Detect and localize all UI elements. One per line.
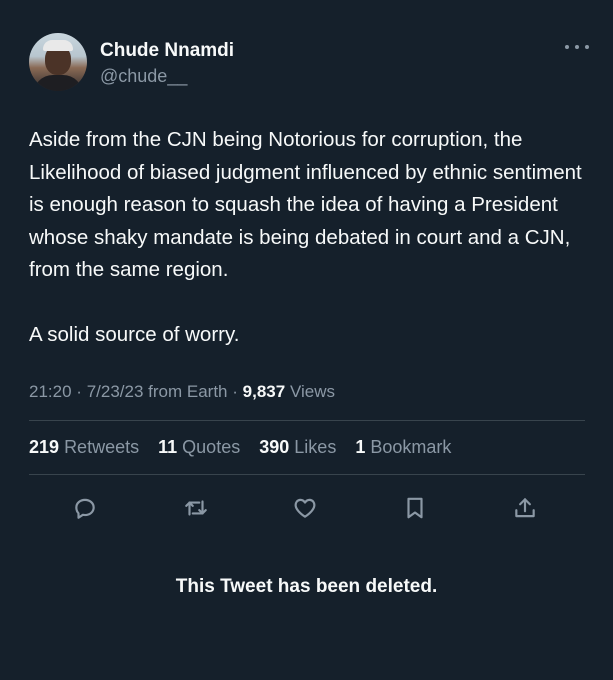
meta-separator: · [232,382,238,401]
bookmark-icon[interactable] [397,490,433,526]
meta-separator: · [76,382,82,401]
quotes-count: 11 [158,437,178,457]
views-label: Views [289,382,335,401]
divider [29,474,585,475]
retweets-label: Retweets [64,437,140,457]
likes-label: Likes [294,437,337,457]
more-options-icon[interactable] [565,39,589,55]
tweet-actions [29,490,585,526]
share-icon[interactable] [507,490,543,526]
divider [29,420,585,421]
tweet-time[interactable]: 21:20 [29,382,72,401]
reply-icon[interactable] [67,490,103,526]
tweet-header: Chude Nnamdi @chude__ [29,33,589,93]
tweet-stats: 219 Retweets 11 Quotes 390 Likes 1 Bookm… [29,437,465,458]
avatar-cap [43,40,73,51]
likes-stat[interactable]: 390 Likes [259,437,336,457]
tweet-paragraph: A solid source of worry. [29,322,240,346]
retweets-count: 219 [29,437,60,457]
more-dot [585,45,589,49]
views-count: 9,837 [242,382,286,401]
tweet-source: from Earth [148,382,228,401]
likes-count: 390 [259,437,290,457]
avatar-shirt [33,75,83,91]
more-dot [575,45,579,49]
bookmarks-count: 1 [355,437,366,457]
tweet-detail-page: Chude Nnamdi @chude__ Aside from the CJN… [0,0,613,680]
more-dot [565,45,569,49]
author-name[interactable]: Chude Nnamdi [100,40,234,62]
tweet-paragraph: Aside from the CJN being Notorious for c… [29,128,582,281]
bookmarks-stat[interactable]: 1 Bookmark [355,437,451,457]
tweet-text: Aside from the CJN being Notorious for c… [29,124,589,351]
retweets-stat[interactable]: 219 Retweets [29,437,139,457]
avatar[interactable] [29,33,87,91]
quotes-stat[interactable]: 11 Quotes [158,437,240,457]
deleted-notice: This Tweet has been deleted. [175,576,438,597]
tweet-date[interactable]: 7/23/23 [87,382,144,401]
quotes-label: Quotes [182,437,241,457]
tweet-meta: 21:20 · 7/23/23 from Earth · 9,837 Views [29,382,335,402]
retweet-icon[interactable] [178,490,214,526]
bookmarks-label: Bookmark [370,437,452,457]
like-icon[interactable] [287,490,323,526]
author-handle[interactable]: @chude__ [100,66,187,87]
